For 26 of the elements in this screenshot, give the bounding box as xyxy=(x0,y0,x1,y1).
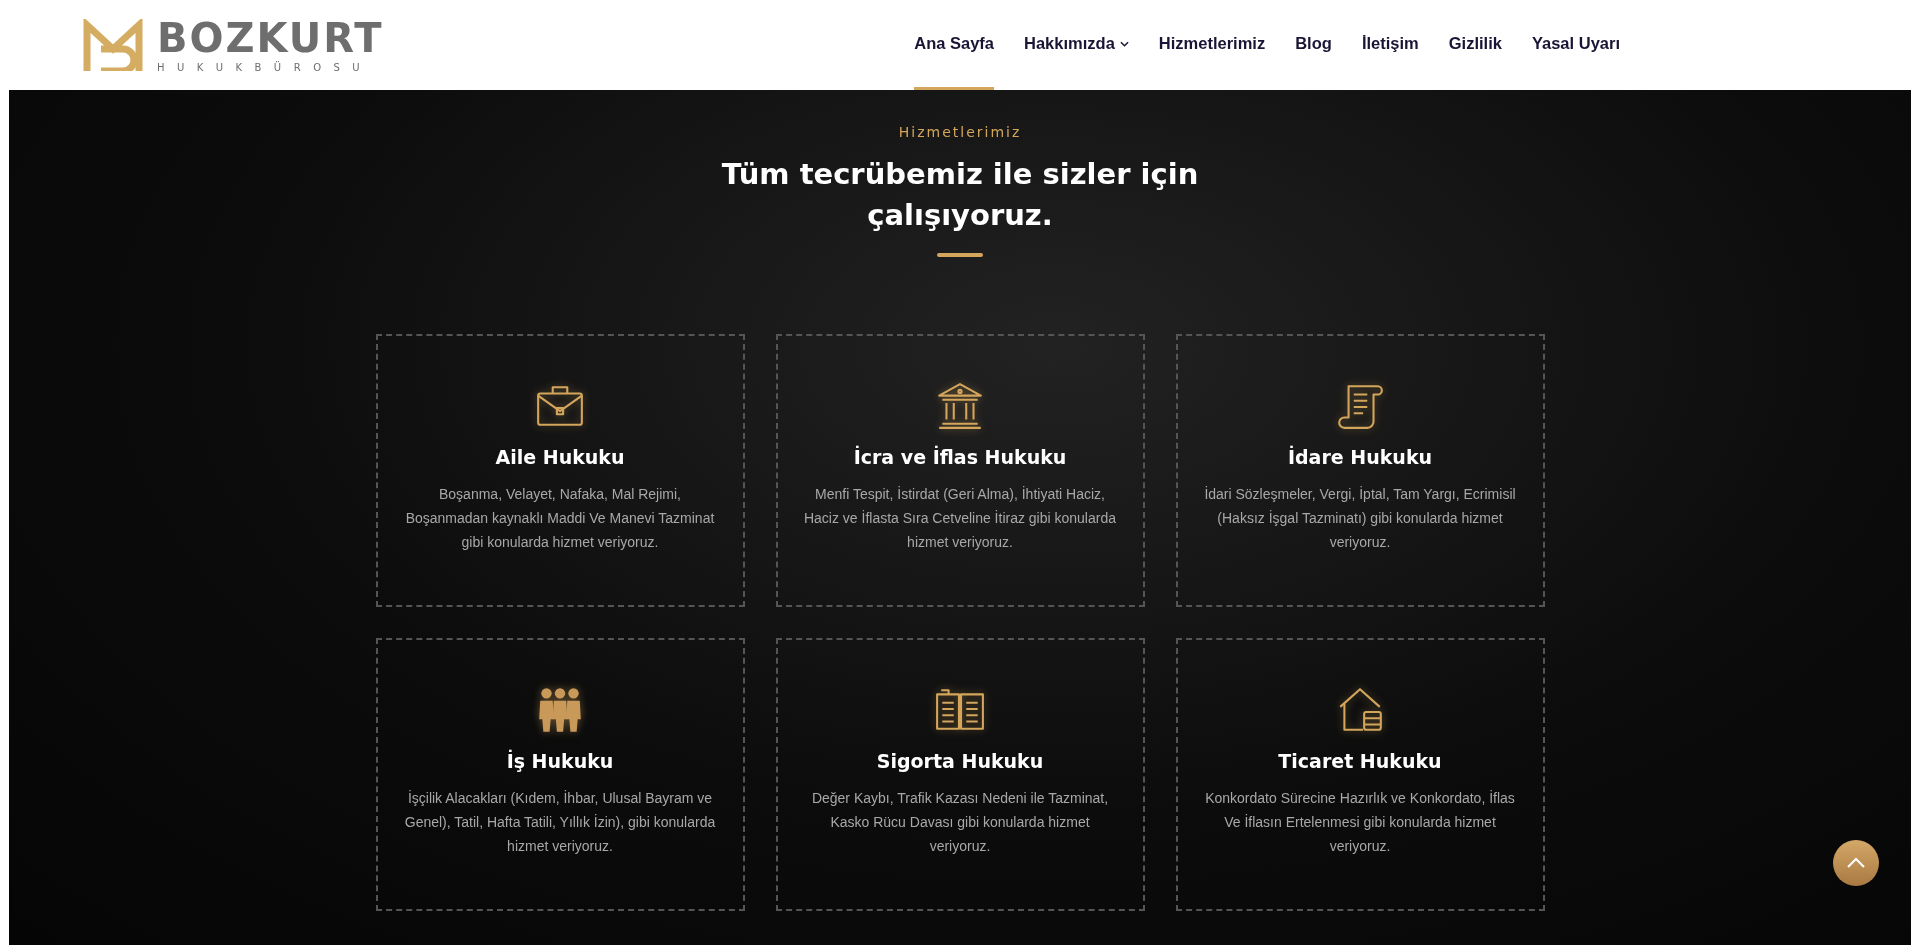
card-description: Menfi Tespit, İstirdat (Geri Alma), İhtiyati Haciz, Haciz ve İflasta Sıra Cetveline İtiraz gibi konularda hizmet veriyoruz. xyxy=(802,485,1117,553)
heading-underline xyxy=(937,253,983,258)
card-title: Sigorta Hukuku xyxy=(876,750,1044,773)
card-title: İdare Hukuku xyxy=(1287,446,1433,469)
logo-tagline: HUKUKBÜROSU xyxy=(157,61,374,73)
nav-link[interactable]: İletişim xyxy=(1361,0,1419,90)
nav-link[interactable]: Gizlilik xyxy=(1448,0,1502,90)
card-description: Boşanma, Velayet, Nafaka, Mal Rejimi, Boşanmadan kaynaklı Maddi Ve Manevi Tazminat gibi konularda hizmet veriyoruz. xyxy=(404,485,716,553)
section-eyebrow: Hizmetlerimiz xyxy=(898,124,1022,140)
section-heading: Tüm tecrübemiz ile sizler için çalışıyoruz. xyxy=(720,156,1200,234)
logo-mark-icon xyxy=(83,19,143,71)
logo-name: BOZKURT xyxy=(157,17,384,58)
chevron-up-icon xyxy=(1846,857,1866,869)
card-description: İşçilik Alacakları (Kıdem, İhbar, Ulusal Bayram ve Genel), Tatil, Hafta Tatili, Yıllık İzin), gibi konularda hizmet veriyoruz. xyxy=(403,789,717,857)
card-title: Ticaret Hukuku xyxy=(1278,750,1442,773)
nav-link[interactable]: Yasal Uyarı xyxy=(1531,0,1620,90)
card-title: İş Hukuku xyxy=(506,750,614,773)
card-description: Değer Kaybı, Trafik Kazası Nedeni ile Tazminat, Kasko Rücu Davası gibi konularda hizmet veriyoruz. xyxy=(810,789,1110,857)
nav-link[interactable]: Hakkımızda xyxy=(1024,0,1129,90)
card-title: Aile Hukuku xyxy=(495,446,625,469)
card-title: İcra ve İflas Hukuku xyxy=(853,446,1067,469)
nav-link[interactable]: Hizmetlerimiz xyxy=(1158,0,1266,90)
scroll-to-top-button[interactable] xyxy=(1833,840,1879,886)
nav-link[interactable]: Blog xyxy=(1295,0,1332,90)
card-description: Konkordato Sürecine Hazırlık ve Konkordato, İflas Ve İflasın Ertelenmesi gibi konularda hizmet veriyoruz. xyxy=(1204,789,1516,857)
card-description: İdari Sözleşmeler, Vergi, İptal, Tam Yargı, Ecrimisil (Haksız İşgal Tazminatı) gibi konularda hizmet veriyoruz. xyxy=(1203,485,1517,553)
